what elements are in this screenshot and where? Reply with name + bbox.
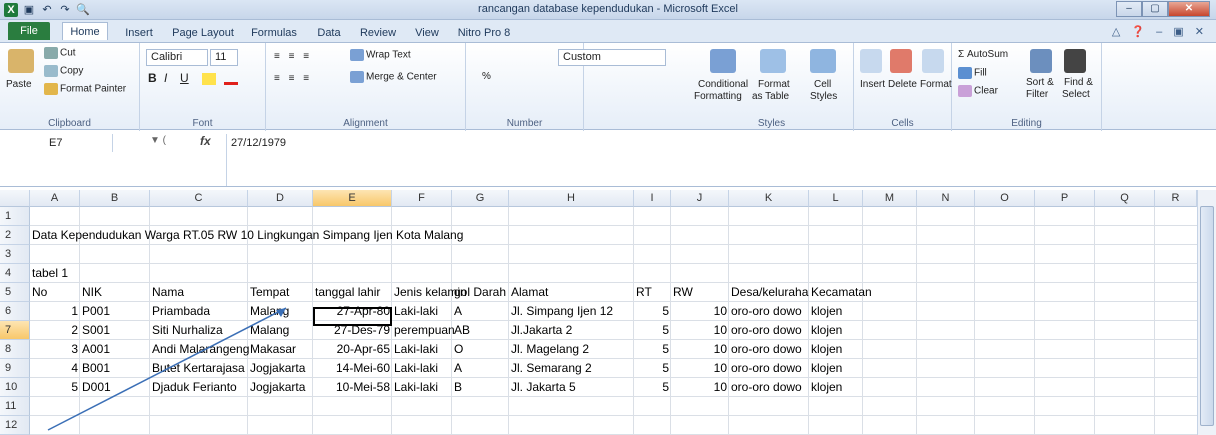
scrollbar-thumb[interactable] (1200, 206, 1214, 426)
annotation-arrow (47, 307, 287, 431)
arrow-line (47, 307, 287, 431)
vertical-scrollbar[interactable] (1197, 190, 1216, 435)
